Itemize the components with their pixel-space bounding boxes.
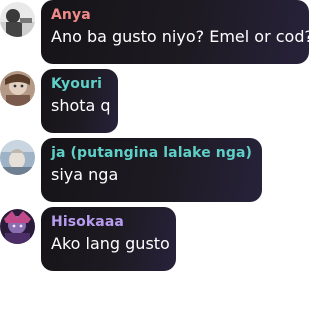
message-bubble: ja (putangina lalake nga) siya nga xyxy=(41,138,262,202)
message-text: shota q xyxy=(51,96,111,115)
user-avatar-kyouri[interactable] xyxy=(0,71,35,106)
message-bubble: Hisokaaa Ako lang gusto xyxy=(41,207,176,271)
user-avatar-hisokaaa[interactable] xyxy=(0,209,35,244)
chat-message-list: Anya Ano ba gusto niyo? Emel or cod? Kyo… xyxy=(0,0,313,320)
message-bubble: Anya Ano ba gusto niyo? Emel or cod? xyxy=(41,0,313,64)
sender-name[interactable]: Anya xyxy=(51,7,299,24)
message-text: Ano ba gusto niyo? Emel or cod? xyxy=(51,27,313,46)
message-text: siya nga xyxy=(51,165,119,184)
sender-name[interactable]: Kyouri xyxy=(51,76,108,93)
message-bubble: Kyouri shota q xyxy=(41,69,118,133)
user-avatar-anya[interactable] xyxy=(0,2,35,37)
message-text: Ako lang gusto xyxy=(51,234,170,253)
user-avatar-ja[interactable] xyxy=(0,140,35,175)
sender-name[interactable]: Hisokaaa xyxy=(51,214,166,231)
sender-name[interactable]: ja (putangina lalake nga) xyxy=(51,145,252,162)
